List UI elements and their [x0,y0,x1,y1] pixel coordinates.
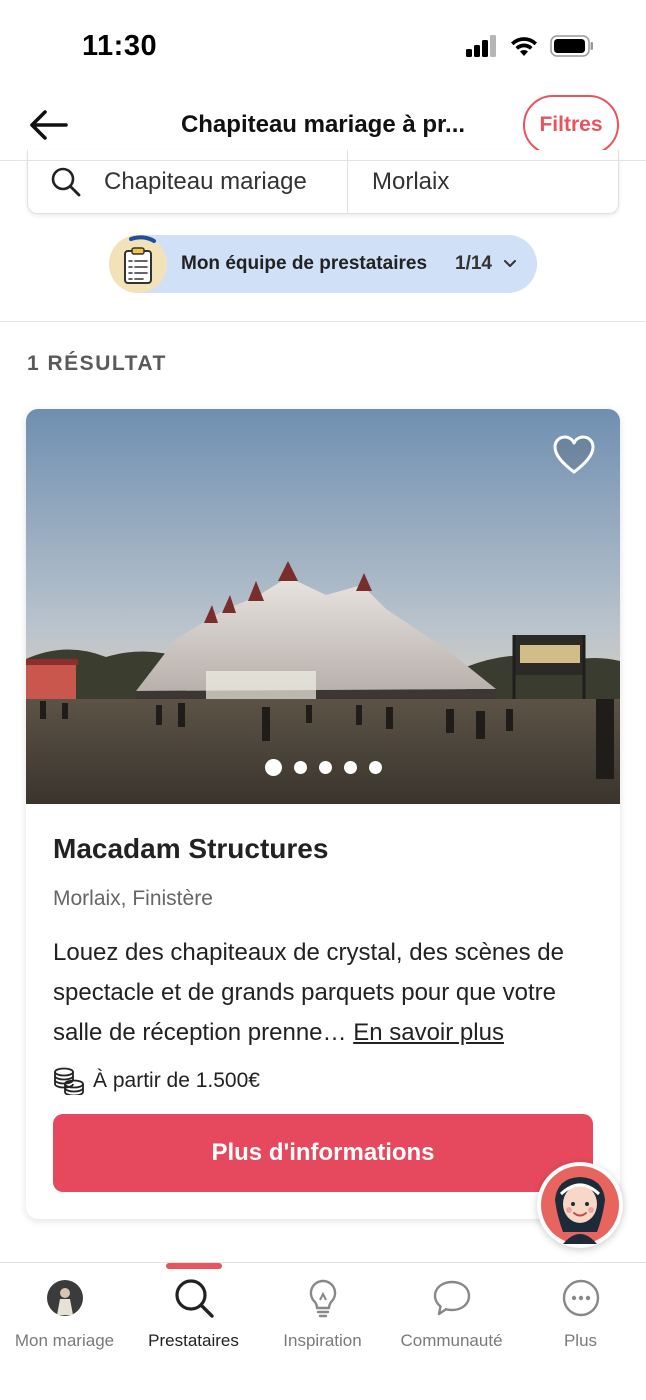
status-bar: 11:30 [0,0,646,95]
battery-icon [550,35,593,57]
results-count: 1 RÉSULTAT [27,352,167,375]
pagination-dot[interactable] [368,761,382,774]
more-dots-icon [560,1277,602,1319]
nav-tab-mon-mariage[interactable]: Mon mariage [0,1277,129,1351]
status-icons [466,35,594,57]
pagination-dot[interactable] [293,761,307,774]
profile-avatar-icon [44,1277,86,1319]
pagination-dot[interactable] [343,761,357,774]
chat-bubble-icon [431,1277,473,1319]
nav-label: Prestataires [148,1331,239,1350]
coins-icon [54,1067,84,1095]
more-info-button[interactable]: Plus d'informations [53,1114,593,1192]
nav-label: Inspiration [283,1331,362,1350]
assistant-avatar-button[interactable] [537,1162,623,1248]
vendor-description: Louez des chapiteaux de crystal, des scè… [53,933,603,1053]
vendor-card[interactable]: Macadam Structures Morlaix, Finistère Lo… [26,409,620,1219]
cellular-signal-icon [466,35,496,57]
vendor-name: Macadam Structures [53,833,329,864]
vendor-price-text: À partir de 1.500€ [93,1069,260,1092]
nav-tab-prestataires[interactable]: Prestataires [129,1277,258,1351]
chevron-down-icon [504,260,516,267]
assistant-avatar-icon [541,1166,619,1244]
tent-photo [26,409,620,804]
read-more-link[interactable]: En savoir plus [353,1019,504,1046]
nav-label: Communauté [400,1331,503,1350]
pagination-dot[interactable] [264,759,282,776]
filters-button[interactable]: Filtres [523,95,619,155]
photo-pagination [26,759,620,776]
nav-label: Plus [563,1331,598,1350]
lightbulb-icon [302,1277,344,1319]
vendor-team-label: Mon équipe de prestataires [181,253,428,274]
arrow-left-icon [30,110,68,140]
clipboard-checklist-icon [109,235,167,293]
wifi-icon [511,37,537,56]
search-icon [173,1277,215,1319]
nav-tab-plus[interactable]: Plus [516,1277,645,1351]
status-time: 11:30 [82,30,158,62]
vendor-team-button[interactable]: Mon équipe de prestataires 1/14 [109,235,537,293]
search-query-value: Chapiteau mariage [104,167,307,195]
nav-tab-inspiration[interactable]: Inspiration [258,1277,387,1351]
vendor-photo[interactable] [26,409,620,804]
back-button[interactable] [24,101,72,149]
vendor-location: Morlaix, Finistère [53,887,213,910]
bottom-nav: Mon mariage Prestataires Inspiration Com… [0,1262,646,1400]
nav-tab-communaute[interactable]: Communauté [387,1277,516,1351]
active-tab-indicator [166,1263,222,1269]
page-title: Chapiteau mariage à pr... [180,111,466,138]
pagination-dot[interactable] [318,761,332,774]
section-divider [0,321,646,322]
search-icon [51,167,81,196]
favorite-heart-icon[interactable] [552,433,596,477]
nav-label: Mon mariage [14,1331,115,1350]
header-divider [0,160,646,161]
vendor-price: À partir de 1.500€ [53,1067,260,1095]
vendor-team-count: 1/14 [455,253,492,274]
